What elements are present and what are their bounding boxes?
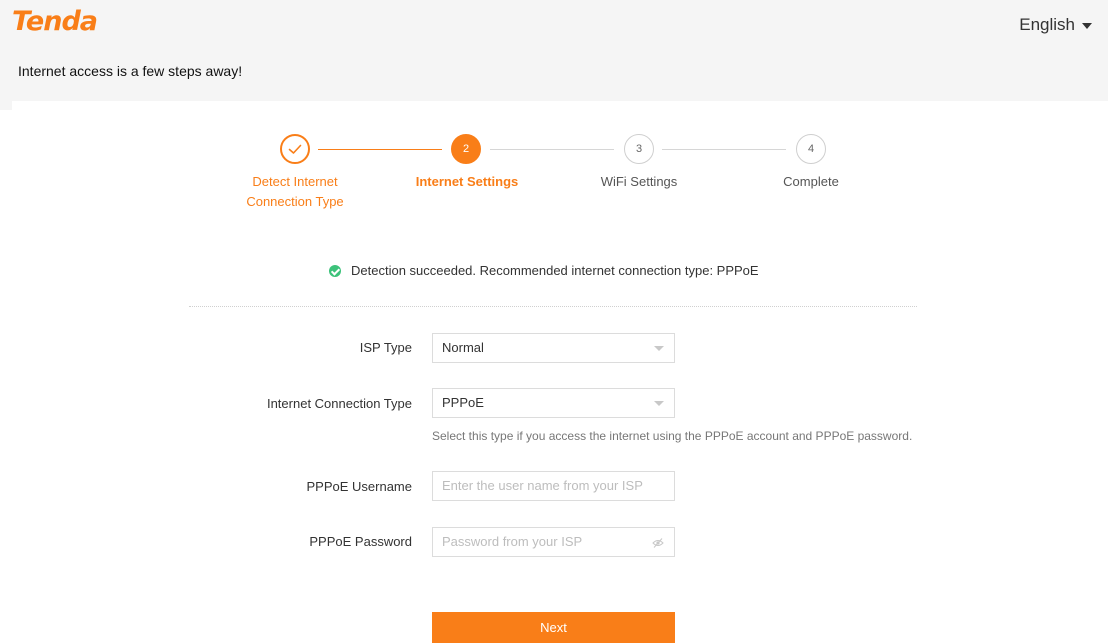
connection-type-select[interactable]: PPPoE <box>432 388 675 418</box>
isp-type-label: ISP Type <box>359 340 412 355</box>
step-4-label: Complete <box>783 174 839 189</box>
caret-down-icon <box>1082 22 1092 29</box>
step-2-label: Internet Settings <box>415 174 519 189</box>
step-2-badge: 2 <box>451 134 481 164</box>
pppoe-username-placeholder: Enter the user name from your ISP <box>442 478 643 493</box>
step-3-label: WiFi Settings <box>600 174 678 189</box>
step-connector-2 <box>490 149 614 150</box>
pppoe-password-placeholder: Password from your ISP <box>442 534 583 549</box>
detection-message: Detection succeeded. Recommended interne… <box>351 263 759 278</box>
pppoe-password-input[interactable]: Password from your ISP <box>432 527 675 557</box>
hidden-eye-icon[interactable] <box>652 537 664 549</box>
top-bar: Tenda English Internet access is a few s… <box>0 0 1108 110</box>
step-4-badge: 4 <box>796 134 826 164</box>
page-tagline: Internet access is a few steps away! <box>18 63 243 79</box>
section-divider <box>189 306 917 307</box>
step-connector-3 <box>662 149 786 150</box>
pppoe-password-label: PPPoE Password <box>309 534 412 549</box>
isp-type-select[interactable]: Normal <box>432 333 675 363</box>
language-selector[interactable]: English <box>1019 15 1092 35</box>
dropdown-arrow-icon <box>654 346 664 351</box>
wizard-card <box>12 101 1108 643</box>
step-1-label: Detect Internet Connection Type <box>246 174 344 209</box>
pppoe-username-label: PPPoE Username <box>306 479 413 494</box>
connection-type-hint: Select this type if you access the inter… <box>432 429 913 443</box>
next-button[interactable]: Next <box>432 612 675 643</box>
tenda-logo: Tenda <box>12 6 98 37</box>
connection-type-value: PPPoE <box>442 395 484 410</box>
pppoe-username-input[interactable]: Enter the user name from your ISP <box>432 471 675 501</box>
step-3-badge: 3 <box>624 134 654 164</box>
isp-type-value: Normal <box>442 340 484 355</box>
step-connector-1 <box>318 149 442 150</box>
detection-status: Detection succeeded. Recommended interne… <box>329 263 759 278</box>
language-label: English <box>1019 15 1075 34</box>
step-1-check-icon <box>280 134 310 164</box>
success-check-icon <box>329 265 341 277</box>
connection-type-label: Internet Connection Type <box>266 396 412 411</box>
dropdown-arrow-icon <box>654 401 664 406</box>
